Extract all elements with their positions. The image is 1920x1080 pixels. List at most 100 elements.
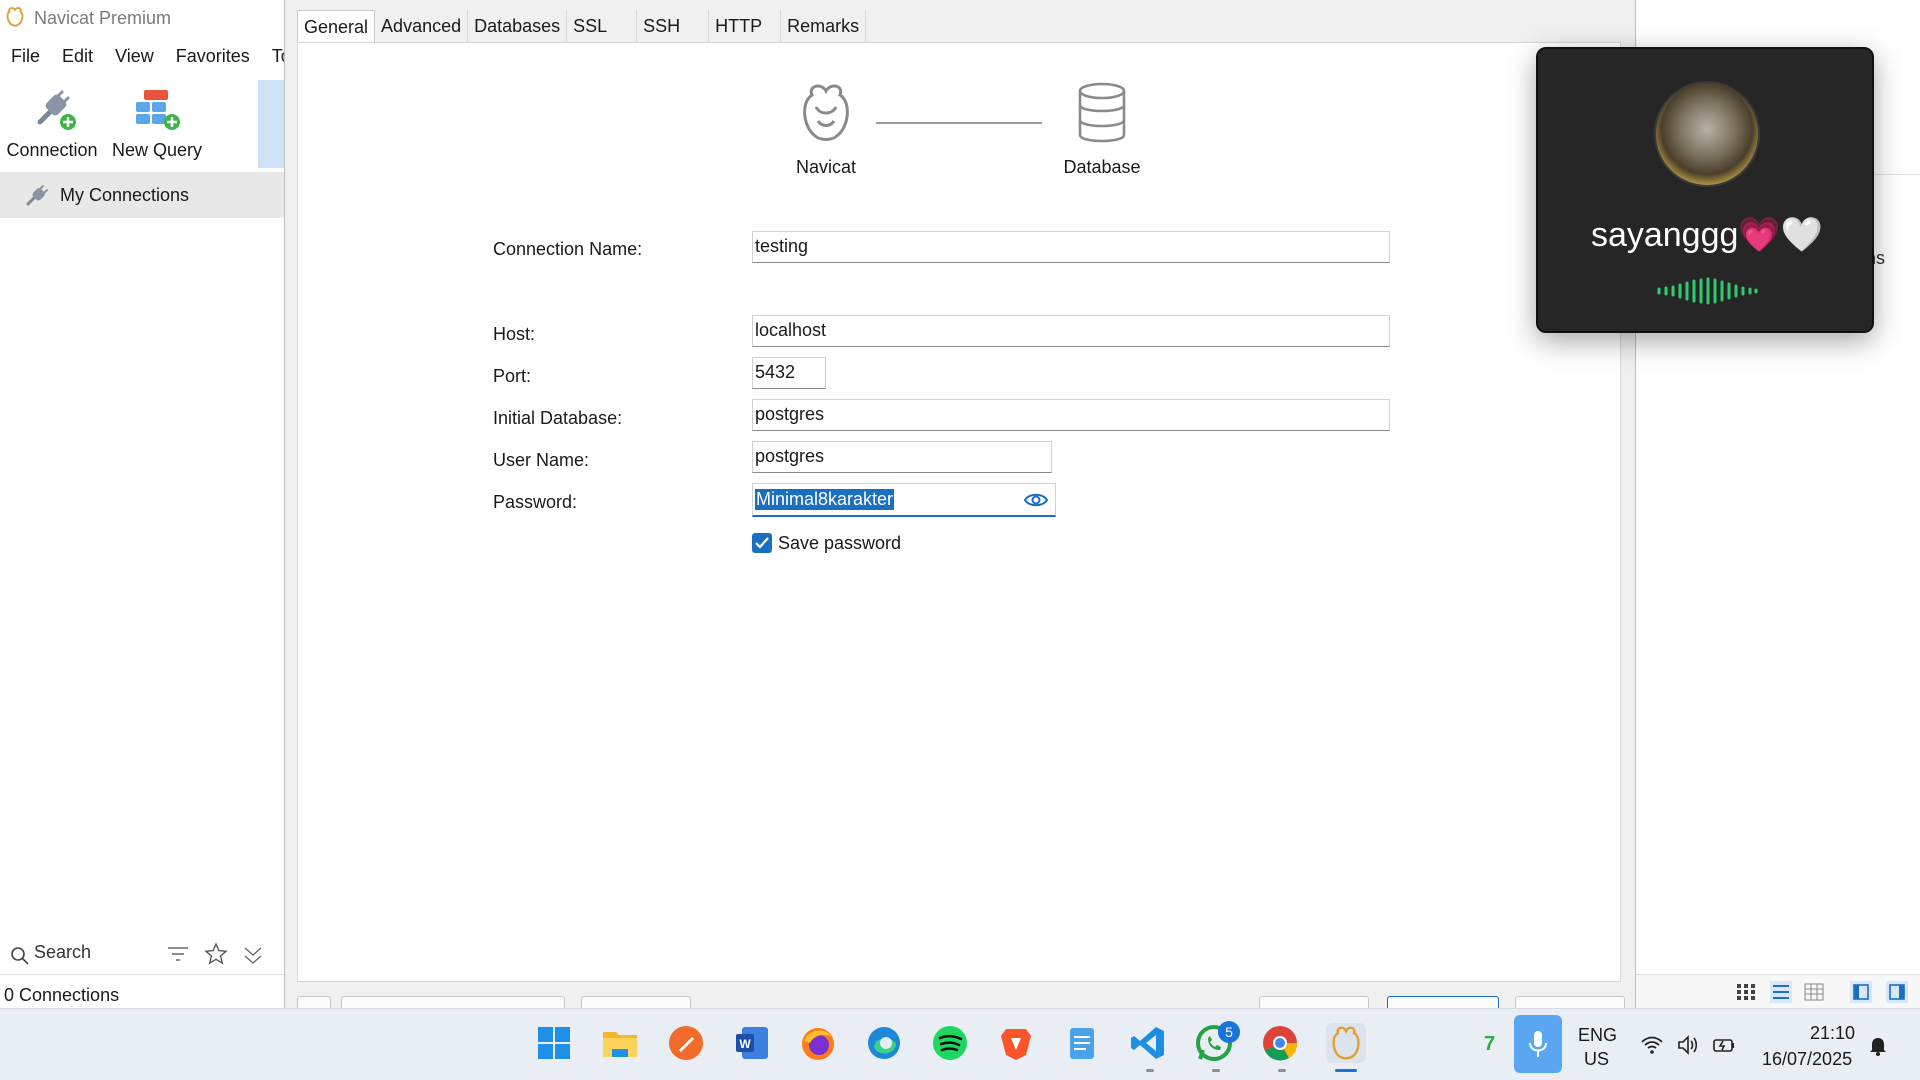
left-pane-icon[interactable]	[1850, 981, 1872, 1003]
keyboard-layout-indicator[interactable]: US	[1584, 1049, 1609, 1070]
notification-bell-icon[interactable]: z	[1866, 1033, 1890, 1057]
right-pane-icon[interactable]	[1886, 981, 1908, 1003]
chrome-running-indicator	[1278, 1069, 1286, 1072]
search-icon	[11, 947, 29, 965]
window-title: Navicat Premium	[34, 8, 172, 28]
menu-file[interactable]: File	[0, 44, 51, 72]
menu-edit[interactable]: Edit	[51, 44, 104, 72]
start-button-icon[interactable]	[534, 1023, 574, 1063]
vscode-running-indicator	[1146, 1069, 1154, 1072]
database-caption: Database	[1063, 157, 1141, 177]
search-label: Search	[34, 942, 92, 962]
toolbar-overflow-strip	[258, 80, 284, 168]
menu-bar: File Edit View Favorites To	[0, 44, 302, 72]
filter-icon[interactable]	[166, 944, 190, 966]
edge-icon[interactable]	[864, 1023, 904, 1063]
word-icon[interactable]: W	[732, 1023, 772, 1063]
weather-widget[interactable]: 7	[1484, 1033, 1495, 1056]
connection-name-label: Connection Name:	[493, 239, 643, 259]
tab-ssh[interactable]: SSH	[637, 10, 710, 42]
initial-database-label: Initial Database:	[493, 408, 623, 428]
star-icon[interactable]	[204, 942, 228, 966]
password-input[interactable]: Minimal8karakter	[752, 483, 1056, 517]
database-icon	[1078, 82, 1126, 143]
windows-taskbar: W 5 7 ENG US 21:10 16/07/2025 z	[0, 1008, 1920, 1080]
password-selected-text: Minimal8karakter	[755, 489, 895, 510]
file-explorer-icon[interactable]	[600, 1023, 640, 1063]
language-indicator[interactable]: ENG	[1578, 1025, 1617, 1046]
clock-date[interactable]: 16/07/2025	[1762, 1049, 1852, 1070]
firefox-icon[interactable]	[798, 1023, 838, 1063]
connection-graphic: Navicat Database	[298, 43, 1622, 193]
vscode-icon[interactable]	[1128, 1023, 1168, 1063]
tab-advanced[interactable]: Advanced	[375, 10, 469, 42]
menu-favorites[interactable]: Favorites	[165, 44, 261, 72]
dialog-footer	[297, 996, 1625, 1010]
navicat-taskbar-icon[interactable]	[1326, 1023, 1366, 1063]
microphone-button[interactable]	[1514, 1015, 1562, 1073]
whatsapp-badge: 5	[1218, 1021, 1240, 1043]
password-label: Password:	[493, 492, 578, 512]
detail-view-icon[interactable]	[1804, 983, 1824, 1001]
volume-icon[interactable]	[1676, 1033, 1700, 1057]
save-password-checkbox[interactable]	[752, 533, 772, 553]
navicat-icon	[803, 84, 849, 141]
wifi-icon[interactable]	[1640, 1033, 1664, 1057]
menu-view[interactable]: View	[104, 44, 165, 72]
tab-databases[interactable]: Databases	[468, 10, 568, 42]
microphone-icon	[1529, 1031, 1547, 1057]
caller-name: sayanggg💗🤍	[1590, 216, 1824, 254]
checkmark-icon	[755, 537, 769, 549]
navicat-caption: Navicat	[795, 157, 857, 177]
pen-app-icon[interactable]	[666, 1023, 706, 1063]
caller-avatar	[1654, 81, 1760, 187]
clock-time[interactable]: 21:10	[1810, 1023, 1855, 1044]
tab-general[interactable]: General	[297, 10, 376, 42]
tab-http[interactable]: HTTP	[709, 10, 782, 42]
new-connection-button[interactable]: Connection	[6, 84, 98, 164]
connection-label: Connection	[6, 140, 98, 160]
query-add-icon	[136, 90, 180, 130]
list-view-icon[interactable]	[1770, 981, 1792, 1003]
save-password-label[interactable]: Save password	[778, 533, 901, 554]
initial-database-input[interactable]: postgres	[752, 399, 1390, 431]
collapse-icon[interactable]	[242, 944, 264, 966]
new-connection-dialog: General Advanced Databases SSL SSH HTTP …	[284, 0, 1636, 1010]
new-query-button[interactable]: New Query	[108, 84, 206, 164]
port-input[interactable]: 5432	[752, 357, 826, 389]
username-input[interactable]: postgres	[752, 441, 1052, 473]
connection-name-input[interactable]: testing	[752, 231, 1390, 263]
spotify-icon[interactable]	[930, 1023, 970, 1063]
voice-activity-icon	[1657, 277, 1758, 305]
tab-remarks[interactable]: Remarks	[781, 10, 867, 42]
whatsapp-running-indicator	[1212, 1069, 1220, 1072]
brave-icon[interactable]	[996, 1023, 1036, 1063]
sidebar-item-my-connections[interactable]: My Connections	[0, 172, 284, 218]
connector-line	[876, 122, 1042, 124]
navicat-logo-icon	[6, 7, 24, 27]
username-label: User Name:	[493, 450, 590, 470]
svg-text:W: W	[739, 1037, 751, 1051]
general-tab-panel: Navicat Database Connection Name: testin…	[297, 42, 1621, 982]
dialog-tab-bar: General Advanced Databases SSL SSH HTTP …	[297, 10, 867, 42]
battery-charging-icon[interactable]	[1712, 1033, 1736, 1057]
connection-count: 0 Connections	[4, 985, 120, 1005]
host-input[interactable]: localhost	[752, 315, 1390, 347]
new-query-label: New Query	[111, 140, 203, 160]
notepad-icon[interactable]	[1062, 1023, 1102, 1063]
show-password-eye-icon[interactable]	[1023, 489, 1049, 511]
plug-icon	[26, 185, 48, 206]
chrome-icon[interactable]	[1260, 1023, 1300, 1063]
sidebar-status-bar: 0 Connections	[0, 974, 284, 1008]
view-mode-bar	[1636, 974, 1920, 1008]
grid-view-icon[interactable]	[1736, 983, 1756, 1001]
sidebar-item-label: My Connections	[60, 185, 190, 205]
sidebar-search[interactable]: Search	[0, 936, 284, 970]
navicat-active-indicator	[1335, 1069, 1357, 1072]
plug-add-icon	[37, 90, 76, 130]
host-label: Host:	[493, 324, 536, 344]
port-label: Port:	[493, 366, 532, 386]
voice-call-overlay[interactable]: sayanggg💗🤍	[1536, 47, 1874, 333]
svg-text:z: z	[1884, 1037, 1888, 1044]
tab-ssl[interactable]: SSL	[567, 10, 638, 42]
